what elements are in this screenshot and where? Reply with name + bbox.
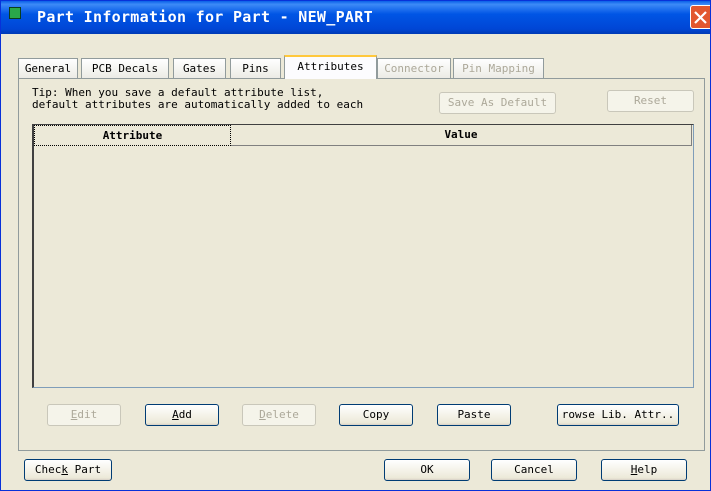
check-part-label-end: Part [68, 463, 102, 476]
help-label: elp [637, 463, 658, 476]
cancel-button[interactable]: Cancel [491, 459, 577, 481]
attributes-table[interactable]: Attribute Value [32, 124, 694, 388]
app-icon [9, 7, 21, 19]
add-button[interactable]: Add [145, 404, 219, 426]
window-title: Part Information for Part - NEW_PART [37, 8, 373, 26]
paste-button[interactable]: Paste [437, 404, 511, 426]
dialog-window: Part Information for Part - NEW_PART Gen… [0, 0, 711, 491]
save-as-default-button[interactable]: Save As Default [439, 92, 556, 114]
browse-lib-attr-button[interactable]: rowse Lib. Attr.. [557, 404, 679, 426]
delete-label-mnemonic: D [259, 408, 266, 421]
check-part-label-mnemonic: k [61, 463, 68, 476]
edit-button[interactable]: Edit [47, 404, 121, 426]
reset-button[interactable]: Reset [607, 90, 694, 112]
tip-line-2: default attributes are automatically add… [32, 98, 364, 111]
tip-text: Tip: When you save a default attribute l… [32, 87, 363, 111]
edit-label: dit [77, 408, 98, 421]
tab-pcb-decals[interactable]: PCB Decals [81, 58, 169, 78]
ok-button[interactable]: OK [384, 459, 470, 481]
close-icon [694, 11, 707, 24]
tab-pin-mapping: Pin Mapping [453, 58, 544, 78]
close-button[interactable] [690, 5, 710, 29]
title-bar[interactable]: Part Information for Part - NEW_PART [1, 1, 710, 34]
column-header-attribute[interactable]: Attribute [34, 125, 231, 146]
table-header: Attribute Value [34, 125, 693, 146]
add-label: dd [178, 408, 192, 421]
help-button[interactable]: Help [601, 459, 687, 481]
tab-pins[interactable]: Pins [230, 58, 281, 78]
tab-general[interactable]: General [18, 58, 78, 78]
add-label-mnemonic: A [172, 408, 179, 421]
tab-attributes[interactable]: Attributes [284, 55, 377, 79]
check-part-button[interactable]: Check Part [24, 459, 112, 481]
delete-button[interactable]: Delete [242, 404, 316, 426]
column-header-value[interactable]: Value [231, 125, 692, 146]
tab-connector: Connector [377, 58, 451, 78]
copy-button[interactable]: Copy [339, 404, 413, 426]
check-part-label-start: Chec [34, 463, 62, 476]
delete-label: elete [265, 408, 299, 421]
tab-gates[interactable]: Gates [173, 58, 226, 78]
